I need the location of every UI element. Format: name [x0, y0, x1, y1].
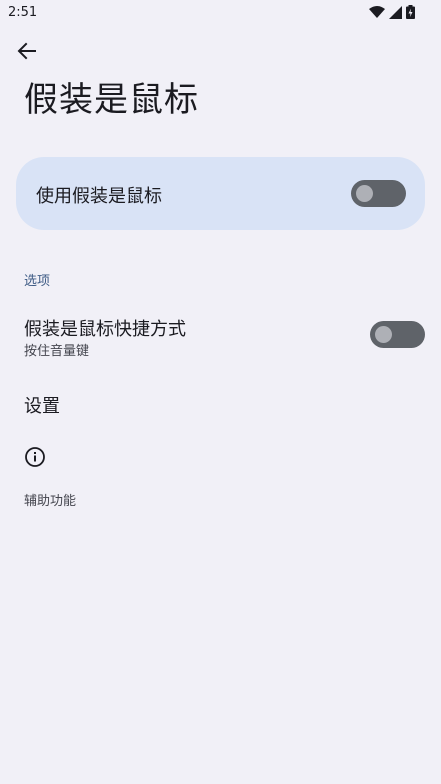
- battery-icon: [406, 5, 415, 19]
- status-bar: 2:51: [0, 0, 441, 24]
- wifi-icon: [369, 5, 385, 18]
- arrow-back-icon: [17, 42, 36, 60]
- switch-thumb: [375, 326, 392, 343]
- shortcut-summary: 按住音量键: [24, 344, 90, 359]
- main-toggle-label: 使用假装是鼠标: [36, 186, 162, 207]
- back-button[interactable]: [12, 36, 42, 66]
- shortcut-switch[interactable]: [370, 321, 425, 348]
- info-icon: [25, 447, 45, 467]
- shortcut-row[interactable]: 假装是鼠标快捷方式 按住音量键: [0, 305, 441, 365]
- page-title: 假装是鼠标: [24, 80, 199, 120]
- status-time: 2:51: [8, 5, 38, 20]
- shortcut-title: 假装是鼠标快捷方式: [24, 319, 186, 340]
- settings-title: 设置: [24, 396, 60, 417]
- status-icons: [369, 5, 415, 19]
- settings-row[interactable]: 设置: [0, 380, 441, 426]
- switch-thumb: [356, 185, 373, 202]
- section-header-options: 选项: [24, 274, 51, 289]
- signal-icon: [389, 5, 402, 19]
- main-toggle-card[interactable]: 使用假装是鼠标: [16, 157, 425, 230]
- main-toggle-switch[interactable]: [351, 180, 406, 207]
- footer-text: 辅助功能: [24, 494, 77, 509]
